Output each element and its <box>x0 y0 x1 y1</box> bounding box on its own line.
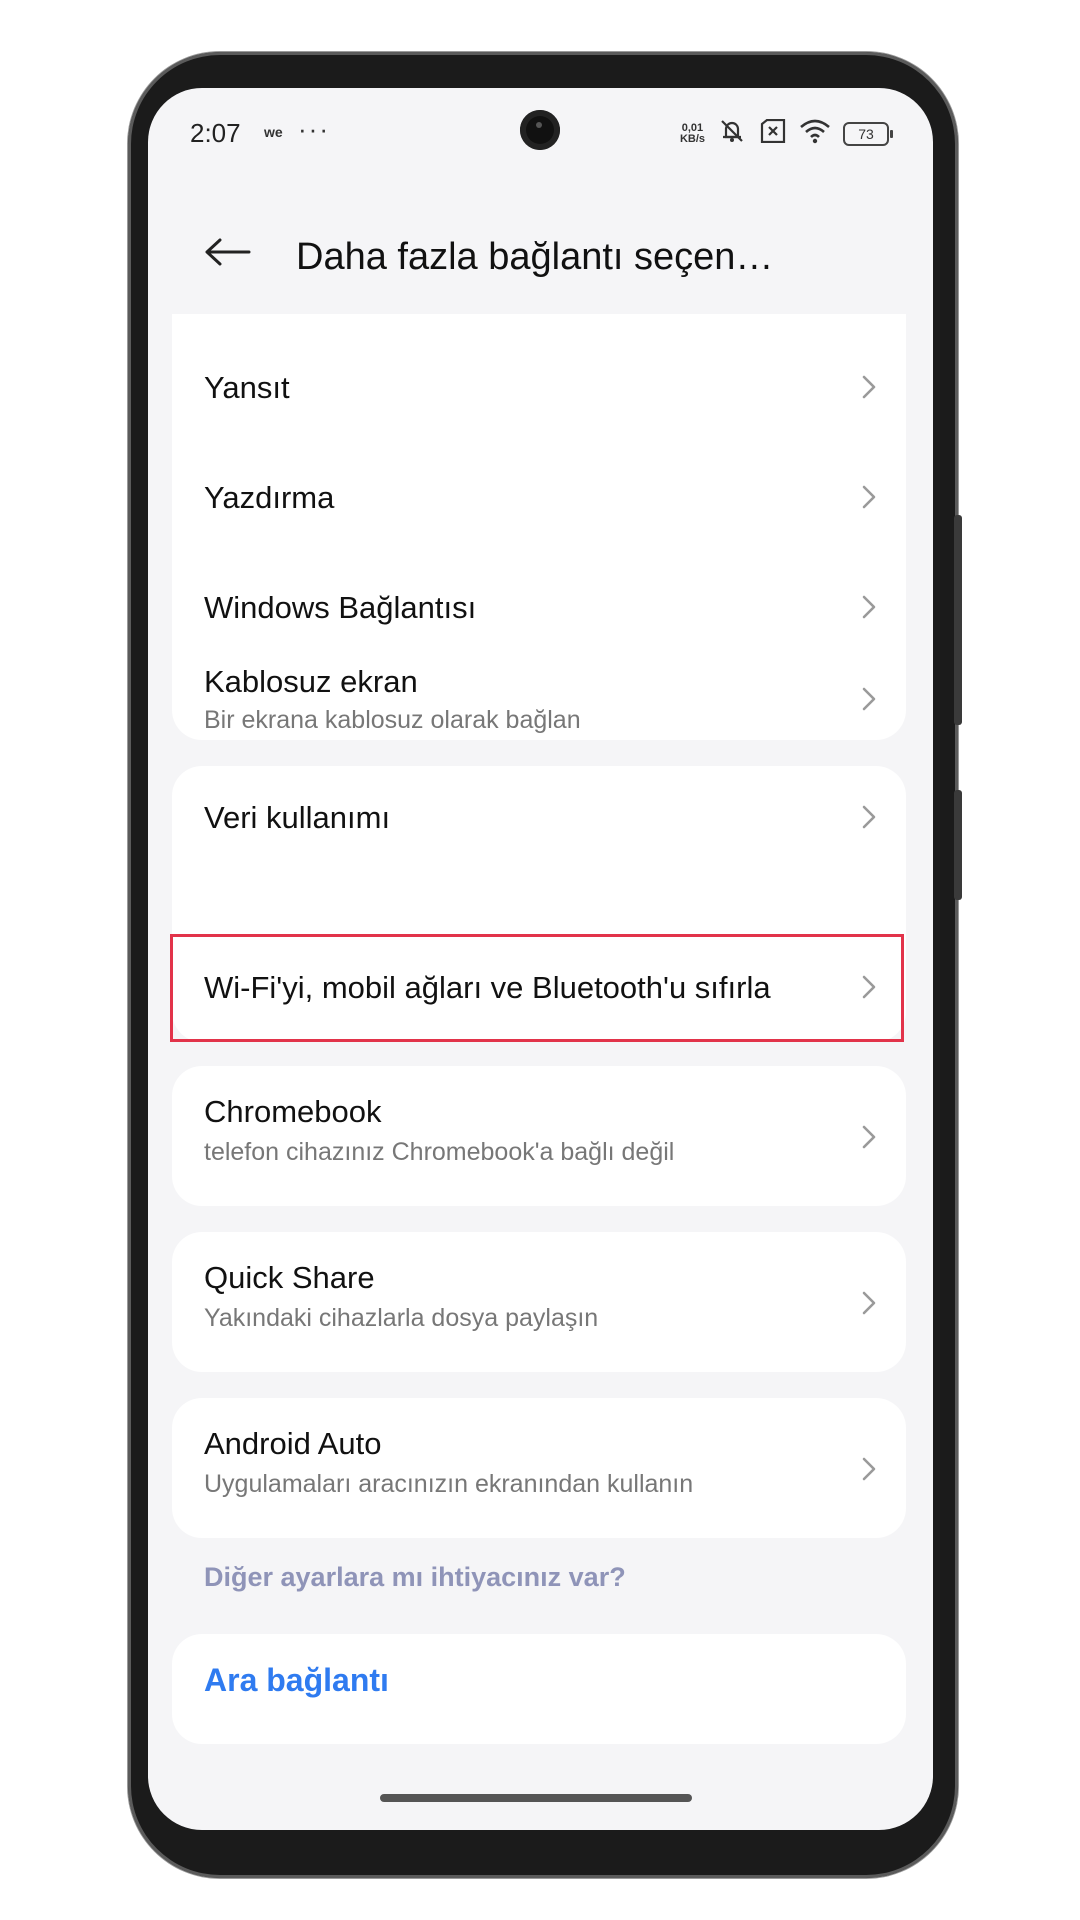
settings-item-kablosuz-ekran[interactable]: Kablosuz ekran Bir ekrana kablosuz olara… <box>172 664 906 740</box>
network-speed-unit: KB/s <box>679 132 705 145</box>
status-time: 2:07 <box>190 118 241 148</box>
settings-item-yazdirma[interactable]: Yazdırma <box>172 444 906 554</box>
android-auto-label: Android Auto <box>204 1426 382 1461</box>
settings-card-android-auto[interactable]: Android Auto Uygulamaları aracınızın ekr… <box>172 1398 906 1538</box>
settings-item-subtitle: Bir ekrana kablosuz olarak bağlan <box>204 706 581 734</box>
chevron-right-icon <box>862 975 876 999</box>
chevron-right-icon <box>862 1457 876 1481</box>
more-settings-prompt: Diğer ayarlara mı ihtiyacınız var? <box>204 1562 626 1592</box>
settings-item-windows-baglantisi[interactable]: Windows Bağlantısı <box>172 554 906 664</box>
chevron-right-icon <box>862 375 876 399</box>
back-arrow-icon[interactable] <box>198 222 258 282</box>
settings-item-yansit[interactable]: Yansıt <box>172 334 906 444</box>
settings-item-label: Windows Bağlantısı <box>204 590 477 625</box>
status-icons: 0,01 KB/s 73 <box>679 118 893 149</box>
chevron-right-icon <box>862 1291 876 1315</box>
chevron-right-icon <box>862 687 876 711</box>
carrier-icon: we <box>264 124 283 140</box>
settings-item-reset-network[interactable]: Wi-Fi'yi, mobil ağları ve Bluetooth'u sı… <box>172 934 906 1042</box>
volume-button <box>954 515 962 725</box>
quick-share-subtitle: Yakındaki cihazlarla dosya paylaşın <box>204 1304 599 1332</box>
chromebook-label: Chromebook <box>204 1094 382 1129</box>
settings-card-chromebook[interactable]: Chromebook telefon cihazınız Chromebook'… <box>172 1066 906 1206</box>
chevron-right-icon <box>862 805 876 829</box>
settings-card-ara-baglanti: Ara bağlantı <box>172 1634 906 1744</box>
chevron-right-icon <box>862 1125 876 1149</box>
page-title: Daha fazla bağlantı seçen… <box>296 236 774 278</box>
settings-item-label: Veri kullanımı <box>204 800 391 835</box>
sim-x-icon <box>759 118 787 148</box>
android-auto-subtitle: Uygulamaları aracınızın ekranından kulla… <box>204 1470 694 1498</box>
battery-icon: 73 <box>843 121 893 146</box>
more-notifications-icon: ··· <box>298 114 330 144</box>
power-button <box>954 790 962 900</box>
settings-item-label: Kablosuz ekran <box>204 664 418 699</box>
settings-card-quick-share[interactable]: Quick Share Yakındaki cihazlarla dosya p… <box>172 1232 906 1372</box>
settings-card-data: Veri kullanımı Wi-Fi'yi, mobil ağları ve… <box>172 766 906 1042</box>
chevron-right-icon <box>862 595 876 619</box>
wifi-icon <box>799 118 831 149</box>
chevron-right-icon <box>862 485 876 509</box>
mute-icon <box>717 118 747 149</box>
settings-item-label: Yazdırma <box>204 480 335 515</box>
settings-item-label: Yansıt <box>204 370 290 405</box>
network-speed-value: 0,01 <box>681 121 704 134</box>
network-speed: 0,01 KB/s <box>679 121 705 145</box>
home-indicator[interactable] <box>380 1794 692 1802</box>
settings-item-veri-kullanimi[interactable]: Veri kullanımı <box>172 766 906 876</box>
top-app-bar: Daha fazla bağlantı seçen… <box>148 198 933 308</box>
ara-baglanti-link[interactable]: Ara bağlantı <box>204 1662 389 1699</box>
settings-card-connections: Yansıt Yazdırma Windows Bağlantısı Kablo… <box>172 314 906 740</box>
screen: 2:07 we ··· 0,01 KB/s 73 Daha fazla bağl… <box>148 88 933 1830</box>
quick-share-label: Quick Share <box>204 1260 375 1295</box>
status-bar: 2:07 we ··· 0,01 KB/s 73 <box>148 88 933 178</box>
chromebook-subtitle: telefon cihazınız Chromebook'a bağlı değ… <box>204 1138 675 1166</box>
front-camera <box>520 110 560 150</box>
settings-item-label: Wi-Fi'yi, mobil ağları ve Bluetooth'u sı… <box>204 970 771 1005</box>
